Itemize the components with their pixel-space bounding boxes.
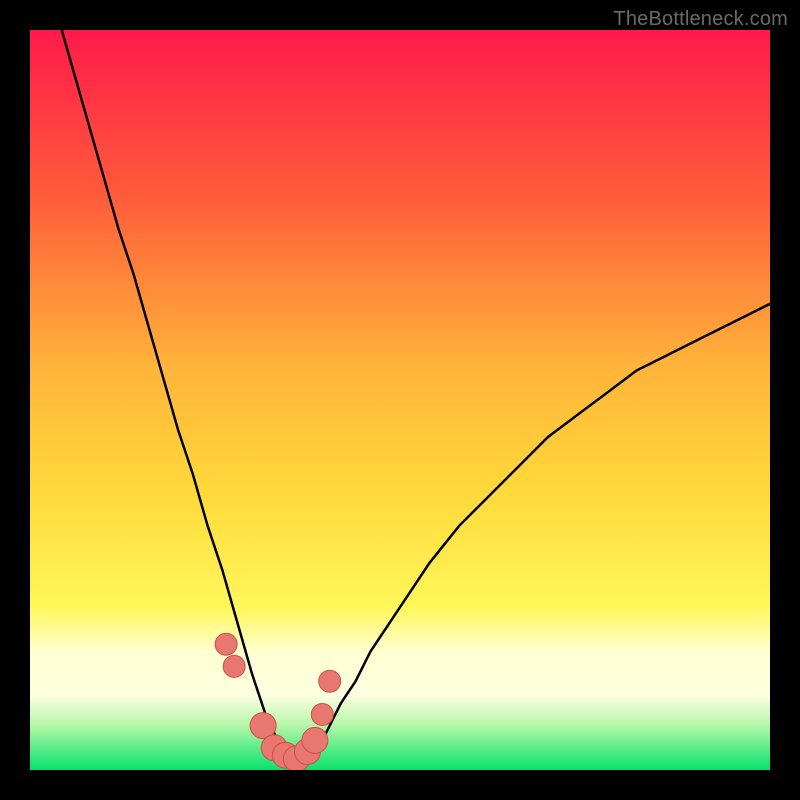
bottleneck-curve-chart	[30, 30, 770, 770]
gradient-background	[30, 30, 770, 770]
data-marker	[215, 633, 237, 655]
chart-container: TheBottleneck.com	[0, 0, 800, 800]
data-marker	[223, 655, 245, 677]
watermark-text: TheBottleneck.com	[613, 8, 788, 31]
data-marker	[319, 670, 341, 692]
data-marker	[311, 704, 333, 726]
plot-area	[30, 30, 770, 770]
data-marker	[302, 727, 328, 753]
